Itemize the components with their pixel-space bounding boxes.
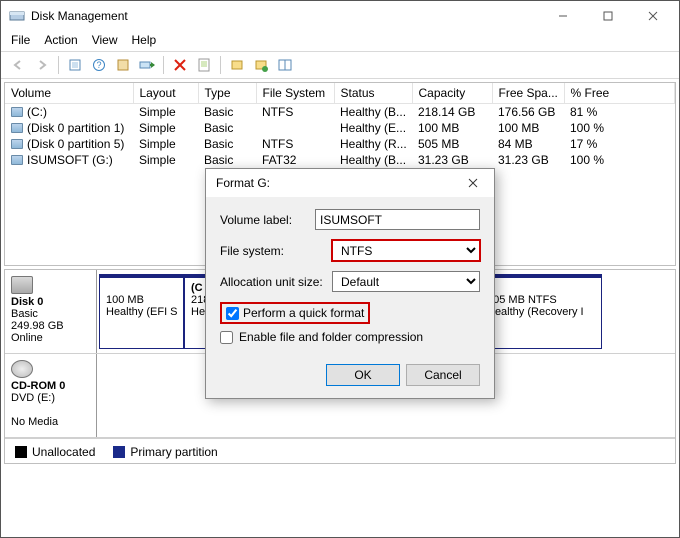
- table-row[interactable]: (Disk 0 partition 5)SimpleBasicNTFSHealt…: [5, 136, 675, 152]
- cdrom-type: DVD (E:): [11, 392, 55, 404]
- minimize-button[interactable]: [540, 1, 585, 31]
- dialog-title: Format G:: [216, 176, 270, 190]
- allocation-unit-select[interactable]: Default: [332, 271, 480, 292]
- file-system-select[interactable]: NTFS: [332, 240, 480, 261]
- back-icon[interactable]: [7, 54, 29, 76]
- ok-button[interactable]: OK: [326, 364, 400, 386]
- disk0-name: Disk 0: [11, 296, 43, 308]
- refresh-icon[interactable]: [64, 54, 86, 76]
- titlebar: Disk Management: [1, 1, 679, 31]
- menu-action[interactable]: Action: [44, 33, 77, 47]
- cdrom-head[interactable]: CD-ROM 0 DVD (E:) No Media: [5, 354, 97, 437]
- tool-c-icon[interactable]: [274, 54, 296, 76]
- menu-view[interactable]: View: [92, 33, 118, 47]
- allocation-unit-text: Allocation unit size:: [220, 275, 332, 289]
- dialog-titlebar[interactable]: Format G:: [206, 169, 494, 197]
- legend-primary: Primary partition: [130, 445, 217, 459]
- settings-icon[interactable]: [112, 54, 134, 76]
- menu-file[interactable]: File: [11, 33, 30, 47]
- menu-help[interactable]: Help: [132, 33, 157, 47]
- forward-icon[interactable]: [31, 54, 53, 76]
- disk0-type: Basic: [11, 308, 38, 320]
- maximize-button[interactable]: [585, 1, 630, 31]
- cdrom-status: No Media: [11, 416, 58, 428]
- tool-b-icon[interactable]: [250, 54, 272, 76]
- cancel-button[interactable]: Cancel: [406, 364, 480, 386]
- action-icon[interactable]: [136, 54, 158, 76]
- delete-icon[interactable]: [169, 54, 191, 76]
- window-title: Disk Management: [31, 9, 128, 23]
- legend-unallocated: Unallocated: [32, 445, 95, 459]
- legend-swatch-primary: [113, 446, 125, 458]
- file-system-text: File system:: [220, 244, 332, 258]
- properties-icon[interactable]: [193, 54, 215, 76]
- volume-label-input[interactable]: [315, 209, 480, 230]
- close-button[interactable]: [630, 1, 675, 31]
- compression-label: Enable file and folder compression: [239, 330, 423, 344]
- disk-icon: [11, 276, 33, 294]
- svg-text:?: ?: [96, 60, 101, 70]
- partition[interactable]: 505 MB NTFSHealthy (Recovery I: [480, 274, 602, 349]
- table-row[interactable]: ISUMSOFT (G:)SimpleBasicFAT32Healthy (B.…: [5, 152, 675, 168]
- app-icon: [9, 8, 25, 24]
- partition[interactable]: 100 MBHealthy (EFI S: [99, 274, 184, 349]
- disk0-size: 249.98 GB: [11, 320, 64, 332]
- volumes-table[interactable]: VolumeLayout TypeFile System StatusCapac…: [5, 83, 675, 168]
- table-row[interactable]: (Disk 0 partition 1)SimpleBasicHealthy (…: [5, 120, 675, 136]
- disk0-status: Online: [11, 332, 43, 344]
- volume-label-text: Volume label:: [220, 213, 315, 227]
- tool-a-icon[interactable]: [226, 54, 248, 76]
- disk0-head[interactable]: Disk 0 Basic 249.98 GB Online: [5, 270, 97, 353]
- format-dialog: Format G: Volume label: File system: NTF…: [205, 168, 495, 399]
- menubar: File Action View Help: [1, 31, 679, 52]
- quick-format-label: Perform a quick format: [243, 306, 364, 320]
- table-row[interactable]: (C:)SimpleBasicNTFSHealthy (B...218.14 G…: [5, 104, 675, 121]
- toolbar: ?: [1, 52, 679, 79]
- quick-format-checkbox[interactable]: [226, 307, 239, 320]
- help-icon[interactable]: ?: [88, 54, 110, 76]
- dialog-close-icon[interactable]: [458, 171, 488, 195]
- legend-swatch-unallocated: [15, 446, 27, 458]
- cdrom-name: CD-ROM 0: [11, 380, 65, 392]
- cdrom-icon: [11, 360, 33, 378]
- legend: Unallocated Primary partition: [5, 438, 675, 464]
- table-header[interactable]: VolumeLayout TypeFile System StatusCapac…: [5, 83, 675, 104]
- compression-checkbox[interactable]: [220, 331, 233, 344]
